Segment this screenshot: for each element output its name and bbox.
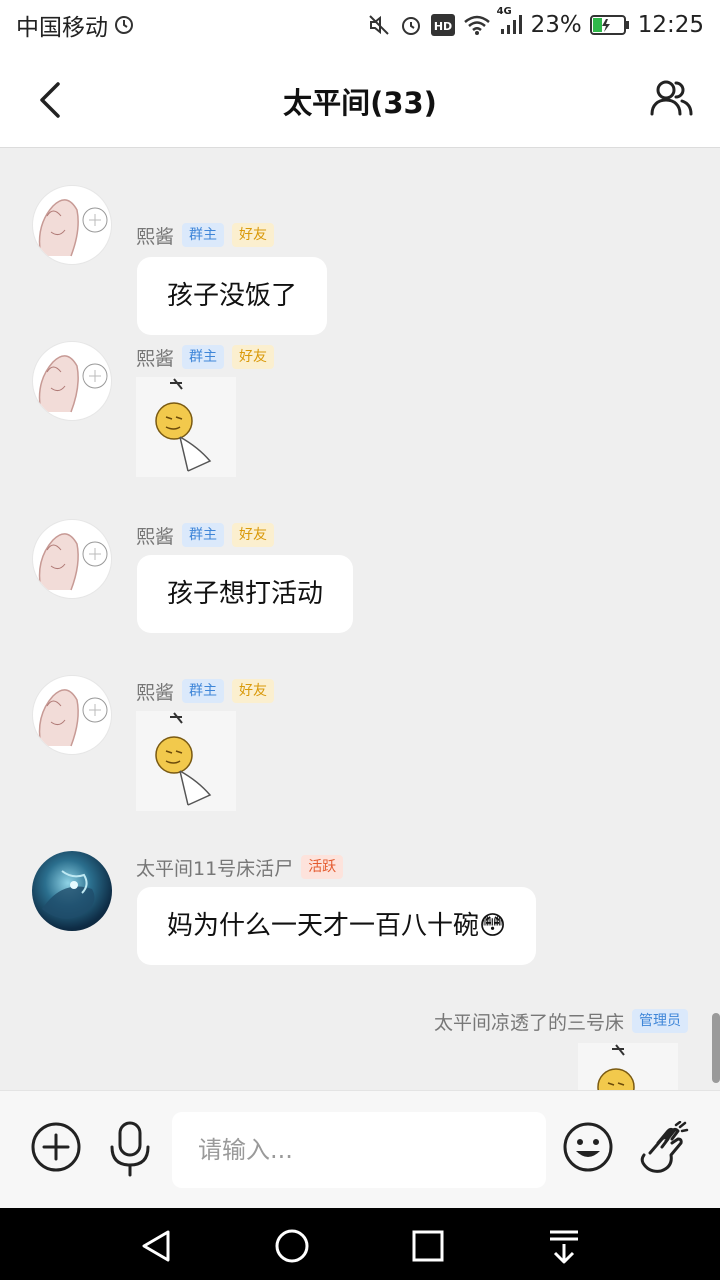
avatar[interactable] (32, 341, 112, 421)
avatar[interactable] (32, 519, 112, 599)
message-bubble[interactable]: 妈为什么一天才一百八十碗😳 (137, 887, 537, 965)
status-bar: 中国移动 HD 4G 23% 12:25 (0, 0, 720, 50)
nav-notification-button[interactable] (544, 1226, 584, 1266)
friend-badge: 好友 (232, 679, 275, 703)
owner-badge: 群主 (182, 223, 225, 247)
avatar[interactable] (32, 851, 112, 931)
nav-back-button[interactable] (136, 1226, 176, 1266)
message-bubble[interactable]: 孩子想打活动 (137, 555, 354, 633)
avatar[interactable] (32, 185, 112, 265)
hd-icon: HD (430, 14, 455, 36)
message-bubble[interactable]: 孩子没饭了 (137, 257, 328, 335)
message-input[interactable] (172, 1112, 546, 1188)
friend-badge: 好友 (232, 223, 275, 247)
sticker-image[interactable] (136, 711, 236, 811)
add-button[interactable] (30, 1121, 82, 1177)
wifi-icon (463, 14, 491, 36)
sender-name: 熙酱 (136, 681, 175, 704)
signal-icon: 4G (497, 6, 523, 36)
system-nav-bar (0, 1208, 720, 1280)
nav-recents-button[interactable] (408, 1226, 448, 1266)
pull-down-icon (550, 1230, 578, 1264)
friend-badge: 好友 (232, 345, 275, 369)
sticker-image[interactable] (578, 1043, 678, 1090)
mute-icon (367, 13, 391, 37)
sender-name: 太平间11号床活尸 (136, 857, 294, 880)
sender-name: 熙酱 (136, 347, 175, 370)
sticker-image[interactable] (136, 377, 236, 477)
message-list[interactable]: 熙酱 群主 好友 孩子没饭了 熙酱 群主 好友 熙酱 群主 好友 孩子想打活动 (0, 149, 720, 1090)
sender-name: 熙酱 (136, 525, 175, 548)
gesture-button[interactable] (640, 1120, 692, 1177)
chat-title: 太平间(33) (283, 86, 437, 120)
admin-badge: 管理员 (632, 1009, 688, 1033)
owner-badge: 群主 (182, 345, 225, 369)
triangle-back-icon (142, 1230, 170, 1262)
sender-name: 太平间凉透了的三号床 (433, 1011, 624, 1034)
input-bar (0, 1090, 720, 1208)
owner-badge: 群主 (182, 679, 225, 703)
carrier-label: 中国移动 (16, 15, 108, 41)
group-members-icon (650, 80, 693, 116)
alarm-icon (399, 13, 423, 37)
hand-gesture-icon (640, 1120, 689, 1173)
plus-circle-icon (31, 1122, 81, 1172)
emoji-button[interactable] (562, 1121, 614, 1177)
network-type-label: 4G (496, 6, 512, 17)
friend-badge: 好友 (232, 523, 275, 547)
chat-header: 太平间(33) (0, 50, 720, 148)
battery-percent: 23% (530, 12, 582, 38)
group-members-button[interactable] (650, 76, 694, 120)
clock-label: 12:25 (637, 12, 704, 38)
circle-home-icon (275, 1229, 309, 1263)
owner-badge: 群主 (182, 523, 225, 547)
microphone-icon (110, 1121, 150, 1177)
square-recents-icon (412, 1230, 444, 1262)
smiley-icon (563, 1122, 613, 1172)
battery-icon (589, 14, 630, 36)
voice-button[interactable] (104, 1121, 156, 1177)
svg-text:HD: HD (433, 20, 451, 33)
sender-name: 熙酱 (136, 225, 175, 248)
scrollbar[interactable] (712, 1013, 720, 1083)
nav-home-button[interactable] (272, 1226, 312, 1266)
sync-icon (114, 15, 134, 35)
active-badge: 活跃 (301, 855, 344, 879)
avatar[interactable] (32, 675, 112, 755)
